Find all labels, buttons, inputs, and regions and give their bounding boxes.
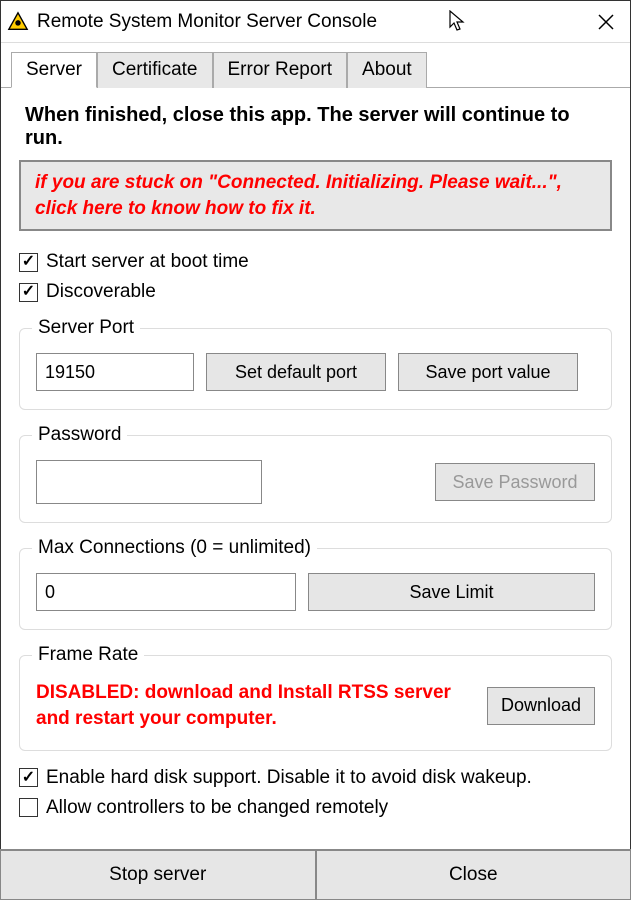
window-title: Remote System Monitor Server Console <box>37 11 448 33</box>
checkbox-start-boot-label: Start server at boot time <box>46 251 249 273</box>
max-connections-group: Max Connections (0 = unlimited) Save Lim… <box>19 537 612 630</box>
cursor-icon <box>448 10 466 34</box>
checkbox-start-boot[interactable] <box>19 253 38 272</box>
content-area: When finished, close this app. The serve… <box>1 104 630 819</box>
tab-certificate[interactable]: Certificate <box>97 52 213 88</box>
tab-server[interactable]: Server <box>11 52 97 88</box>
checkbox-controllers-row: Allow controllers to be changed remotely <box>19 797 612 819</box>
max-connections-legend: Max Connections (0 = unlimited) <box>32 537 317 559</box>
server-port-legend: Server Port <box>32 317 140 339</box>
save-password-button[interactable]: Save Password <box>435 463 595 501</box>
checkbox-discoverable-label: Discoverable <box>46 281 156 303</box>
titlebar: Remote System Monitor Server Console <box>1 1 630 43</box>
server-port-group: Server Port Set default port Save port v… <box>19 317 612 410</box>
checkbox-discoverable-row: Discoverable <box>19 281 612 303</box>
app-icon <box>7 11 29 33</box>
checkbox-harddisk-label: Enable hard disk support. Disable it to … <box>46 767 532 789</box>
warning-banner[interactable]: if you are stuck on "Connected. Initiali… <box>19 160 612 231</box>
stop-server-button[interactable]: Stop server <box>0 850 316 900</box>
password-legend: Password <box>32 424 127 446</box>
tab-bar: Server Certificate Error Report About <box>1 43 630 88</box>
bottom-button-bar: Stop server Close <box>0 849 631 900</box>
page-heading: When finished, close this app. The serve… <box>25 104 606 150</box>
close-button[interactable]: Close <box>316 850 631 900</box>
checkbox-start-boot-row: Start server at boot time <box>19 251 612 273</box>
checkbox-harddisk[interactable] <box>19 768 38 787</box>
close-icon[interactable] <box>586 2 626 42</box>
download-button[interactable]: Download <box>487 687 595 725</box>
tab-error-report[interactable]: Error Report <box>213 52 348 88</box>
tab-about[interactable]: About <box>347 52 427 88</box>
save-port-button[interactable]: Save port value <box>398 353 578 391</box>
save-limit-button[interactable]: Save Limit <box>308 573 595 611</box>
server-port-input[interactable] <box>36 353 194 391</box>
password-input[interactable] <box>36 460 262 504</box>
frame-rate-group: Frame Rate DISABLED: download and Instal… <box>19 644 612 750</box>
max-connections-input[interactable] <box>36 573 296 611</box>
set-default-port-button[interactable]: Set default port <box>206 353 386 391</box>
checkbox-controllers-label: Allow controllers to be changed remotely <box>46 797 388 819</box>
frame-rate-text: DISABLED: download and Install RTSS serv… <box>36 680 475 731</box>
password-group: Password Save Password <box>19 424 612 523</box>
checkbox-harddisk-row: Enable hard disk support. Disable it to … <box>19 767 612 789</box>
checkbox-discoverable[interactable] <box>19 283 38 302</box>
checkbox-controllers[interactable] <box>19 798 38 817</box>
frame-rate-legend: Frame Rate <box>32 644 144 666</box>
